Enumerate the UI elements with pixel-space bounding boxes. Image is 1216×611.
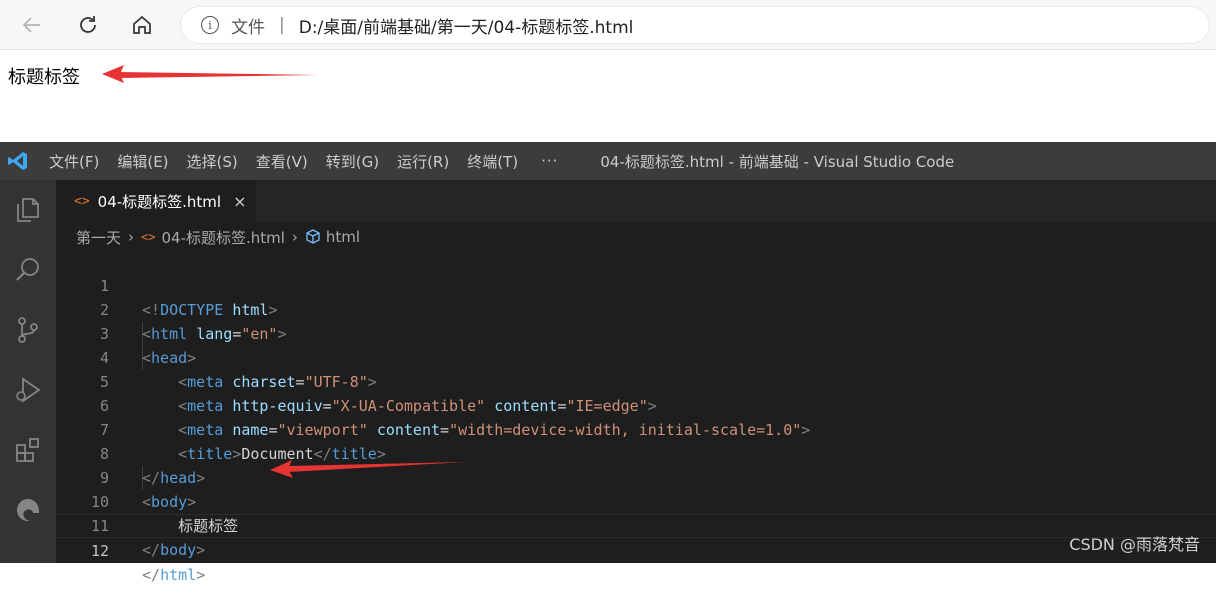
edge-devtools-icon[interactable] [8,490,48,530]
page-heading-text: 标题标签 [8,67,80,88]
home-icon [133,15,151,34]
activity-bar [0,180,56,563]
run-debug-icon[interactable] [8,370,48,410]
menu-go[interactable]: 转到(G) [317,151,388,172]
vscode-window: 文件(F) 编辑(E) 选择(S) 查看(V) 转到(G) 运行(R) 终端(T… [0,142,1216,584]
address-bar[interactable]: i 文件 | D:/桌面/前端基础/第一天/04-标题标签.html [180,6,1210,44]
arrow-left-icon [22,17,40,33]
symbol-cube-icon [306,229,320,244]
code-line-current: 12 </html> [56,514,1216,584]
refresh-button[interactable] [72,9,104,41]
code-editor[interactable]: 1 <!DOCTYPE html> 2 <html lang="en"> 3 <… [56,250,1216,584]
chevron-right-icon: › [128,228,135,246]
tab-label: 04-标题标签.html [97,192,222,211]
address-url[interactable]: D:/桌面/前端基础/第一天/04-标题标签.html [299,13,634,38]
csdn-watermark: CSDN @雨落梵音 [1069,535,1200,554]
home-button[interactable] [126,9,158,41]
refresh-icon [80,16,96,33]
html-file-icon: <> [141,230,156,244]
code-line: 1 <!DOCTYPE html> [56,250,1216,319]
code-line: 11 </body> [56,490,1216,559]
annotation-arrow-top [102,65,318,83]
chevron-right-icon: › [291,228,298,246]
code-line: 10 标题标签 [56,466,1216,535]
window-title: 04-标题标签.html - 前端基础 - Visual Studio Code [600,152,955,171]
code-line: 4 <meta charset="UTF-8"> [56,322,1216,391]
code-line: 3 <head> [56,298,1216,367]
tab-close-button[interactable]: × [233,192,246,211]
line-number: 12 [90,542,109,560]
code-line: 9 <body> [56,442,1216,511]
back-button[interactable] [16,9,48,41]
browser-toolbar: i 文件 | D:/桌面/前端基础/第一天/04-标题标签.html [0,0,1216,50]
menu-run[interactable]: 运行(R) [388,151,458,172]
menu-terminal[interactable]: 终端(T) [458,151,527,172]
breadcrumb-file[interactable]: 04-标题标签.html [161,227,284,248]
code-line: 5 <meta http-equiv="X-UA-Compatible" con… [56,346,1216,415]
menu-edit[interactable]: 编辑(E) [108,151,177,172]
menu-more-button[interactable]: ··· [527,152,572,170]
code-line: 7 <title>Document</title> [56,394,1216,463]
html-file-icon: <> [74,193,90,209]
code-line: 6 <meta name="viewport" content="width=d… [56,370,1216,439]
breadcrumb: 第一天 › <> 04-标题标签.html › html [76,226,360,248]
editor-tabs: <> 04-标题标签.html × [56,180,1216,222]
breadcrumb-symbol[interactable]: html [326,228,360,246]
annotation-arrow-code [270,460,466,478]
code-line: 8 </head> [56,418,1216,487]
address-scheme: 文件 [231,17,265,38]
explorer-icon[interactable] [8,190,48,230]
extensions-icon[interactable] [8,430,48,470]
search-icon[interactable] [8,250,48,290]
menu-view[interactable]: 查看(V) [247,151,317,172]
source-control-icon[interactable] [8,310,48,350]
info-icon[interactable]: i [201,16,219,34]
menu-file[interactable]: 文件(F) [40,151,108,172]
vscode-logo-icon [0,142,36,180]
address-separator: | [279,15,285,35]
title-bar: 文件(F) 编辑(E) 选择(S) 查看(V) 转到(G) 运行(R) 终端(T… [0,142,1216,180]
code-line: 2 <html lang="en"> [56,274,1216,343]
tab-04-html[interactable]: <> 04-标题标签.html × [56,180,256,222]
menu-selection[interactable]: 选择(S) [178,151,247,172]
breadcrumb-folder[interactable]: 第一天 [76,227,121,248]
